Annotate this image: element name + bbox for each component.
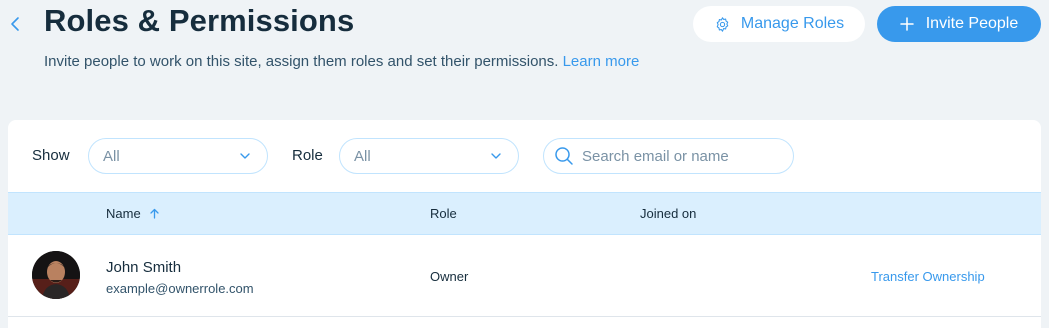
learn-more-link[interactable]: Learn more [563,53,640,70]
roles-permissions-page: Roles & Permissions Invite people to wor… [0,0,1049,328]
subtitle-text: Invite people to work on this site, assi… [44,53,559,70]
back-button[interactable] [6,14,24,34]
column-header-name-label: Name [106,206,141,221]
members-card: Show All Role All Search email or name N… [8,120,1041,328]
search-icon [555,147,573,165]
user-name: John Smith [106,259,182,276]
chevron-down-icon [491,153,501,159]
transfer-ownership-link[interactable]: Transfer Ownership [871,269,985,284]
avatar [32,251,80,299]
role-filter-value: All [354,147,371,165]
column-header-joined-on[interactable]: Joined on [640,206,696,221]
plus-icon [899,17,914,31]
chevron-left-icon [11,17,19,31]
column-header-role[interactable]: Role [430,206,457,221]
filter-bar: Show All Role All [8,120,1041,192]
search-field[interactable] [543,138,794,174]
invite-people-label: Invite People [925,15,1019,32]
page-subtitle: Invite people to work on this site, assi… [44,50,684,74]
column-header-name[interactable]: Name [106,206,159,221]
gear-icon [716,16,729,32]
invite-people-button[interactable]: Invite People [877,6,1041,42]
role-filter-select[interactable]: All [339,138,519,174]
page-title: Roles & Permissions [44,3,355,38]
show-filter-select[interactable]: All [88,138,268,174]
user-role: Owner [430,269,469,284]
user-photo [32,251,80,299]
user-email: example@ownerrole.com [106,281,254,296]
chevron-down-icon [240,153,250,159]
table-header: Name Role Joined on [8,192,1041,235]
manage-roles-button[interactable]: Manage Roles [693,6,865,42]
sort-ascending-icon [150,208,159,219]
show-filter-value: All [103,147,120,165]
table-row[interactable]: John Smith example@ownerrole.com Owner T… [8,235,1041,317]
manage-roles-label: Manage Roles [740,15,845,32]
role-filter-label: Role [292,147,323,164]
search-input[interactable] [582,147,782,165]
show-filter-label: Show [32,147,70,164]
